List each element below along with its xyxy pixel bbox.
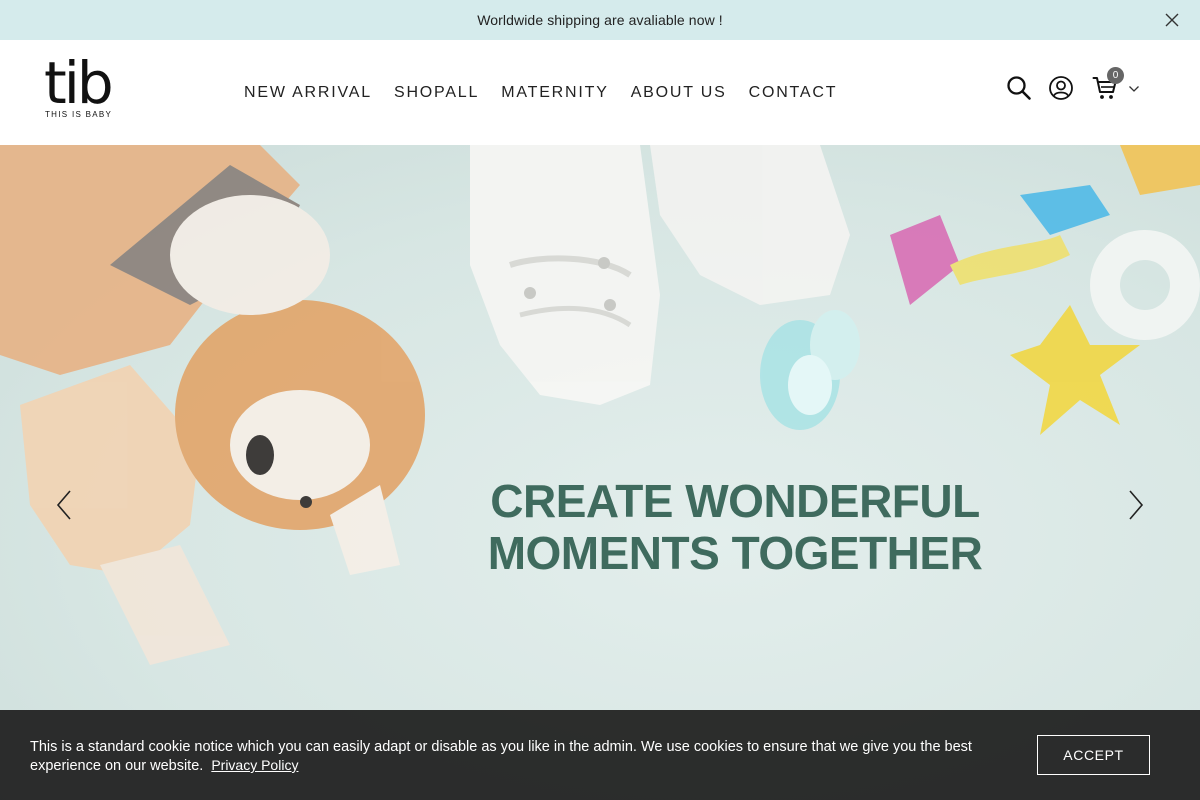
hero-slider: CREATE WONDERFUL MOMENTS TOGETHER (0, 145, 1200, 800)
logo-wordmark: tib (44, 49, 114, 117)
privacy-policy-link[interactable]: Privacy Policy (211, 757, 298, 773)
cookie-notice: This is a standard cookie notice which y… (0, 710, 1200, 800)
search-button[interactable] (1006, 75, 1032, 101)
teething-toys-illustration (890, 145, 1200, 435)
plush-toy-illustration (0, 145, 425, 665)
chevron-down-icon[interactable] (1128, 85, 1140, 93)
close-icon[interactable] (1162, 10, 1182, 30)
hero-heading-line-1: CREATE WONDERFUL (490, 475, 980, 527)
cart-count-badge: 0 (1107, 67, 1124, 84)
announcement-bar: Worldwide shipping are avaliable now ! (0, 0, 1200, 40)
hero-heading: CREATE WONDERFUL MOMENTS TOGETHER (460, 475, 1010, 579)
accept-cookies-button[interactable]: ACCEPT (1037, 735, 1150, 775)
hero-heading-line-2: MOMENTS TOGETHER (487, 527, 983, 579)
site-header: tib THIS IS BABY NEW ARRIVAL SHOPALL MAT… (0, 40, 1200, 145)
nav-item-about-us[interactable]: ABOUT US (631, 84, 727, 102)
hero-image (0, 145, 1200, 665)
cart-button[interactable]: 0 (1092, 67, 1124, 101)
cookie-notice-text: This is a standard cookie notice which y… (30, 738, 1030, 775)
nav-item-maternity[interactable]: MATERNITY (501, 84, 608, 102)
user-icon (1048, 75, 1074, 101)
announcement-text: Worldwide shipping are avaliable now ! (477, 12, 723, 28)
logo-tagline: THIS IS BABY (45, 110, 113, 119)
chevron-right-icon[interactable] (1122, 485, 1152, 525)
nav-item-shopall[interactable]: SHOPALL (394, 84, 479, 102)
main-nav: NEW ARRIVAL SHOPALL MATERNITY ABOUT US C… (233, 40, 848, 145)
logo[interactable]: tib THIS IS BABY (44, 49, 118, 128)
search-icon (1006, 75, 1032, 101)
nav-item-new-arrival[interactable]: NEW ARRIVAL (244, 84, 372, 102)
account-button[interactable] (1048, 75, 1074, 101)
nav-item-contact[interactable]: CONTACT (749, 84, 838, 102)
header-tools: 0 (1006, 67, 1140, 101)
pacifier-illustration (760, 310, 860, 430)
cookie-message: This is a standard cookie notice which y… (30, 739, 972, 774)
chevron-left-icon[interactable] (50, 485, 80, 525)
